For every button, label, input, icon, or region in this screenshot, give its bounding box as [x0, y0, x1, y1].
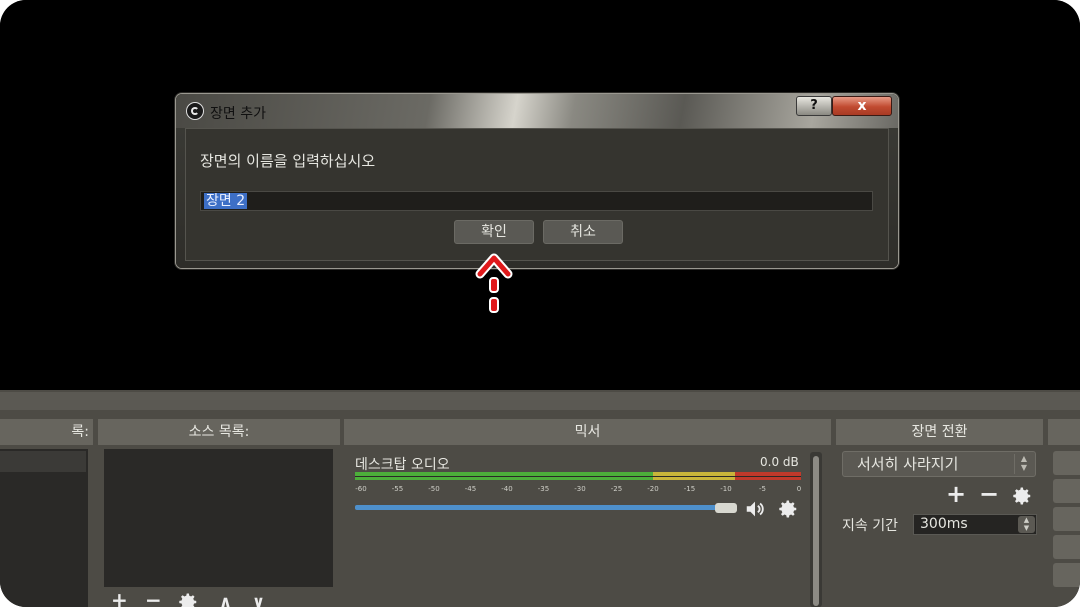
meter-tick-label: 0	[796, 485, 802, 493]
mixer-dock-header: 믹서	[344, 419, 831, 445]
control-button[interactable]	[1053, 507, 1080, 531]
mixer-channel-name: 데스크탑 오디오	[355, 457, 450, 473]
add-scene-dialog: 장면 추가 ? x 장면의 이름을 입력하십시오 장면 2 확인 취소	[176, 94, 898, 268]
scene-name-input[interactable]: 장면 2	[200, 191, 873, 211]
cancel-button[interactable]: 취소	[543, 220, 623, 244]
transition-properties-gear-icon[interactable]	[1011, 485, 1033, 507]
control-button[interactable]	[1053, 535, 1080, 559]
remove-source-button[interactable]: −	[145, 590, 162, 607]
scenes-dock-header: 록:	[0, 419, 93, 445]
duration-spin-icon[interactable]: ▲ ▼	[1018, 516, 1035, 533]
help-button[interactable]: ?	[796, 96, 832, 116]
meter-tick-label: -30	[574, 485, 586, 493]
add-transition-button[interactable]: +	[946, 482, 966, 506]
add-source-button[interactable]: +	[111, 590, 128, 607]
meter-tick-label: -50	[428, 485, 440, 493]
control-button[interactable]	[1053, 451, 1080, 475]
mixer-settings-gear-icon[interactable]	[777, 498, 799, 520]
control-button[interactable]	[1053, 479, 1080, 503]
obs-logo-icon	[186, 102, 204, 120]
transition-select-value: 서서히 사라지기	[857, 455, 959, 473]
dialog-title: 장면 추가	[210, 106, 266, 122]
meter-tick-label: -40	[501, 485, 513, 493]
dock-separator	[0, 392, 1080, 410]
select-arrows-icon: ▲ ▼	[1014, 454, 1033, 474]
meter-tick-label: -5	[759, 485, 766, 493]
meter-tick-label: -45	[464, 485, 477, 493]
meter-tick-label: -20	[647, 485, 659, 493]
meter-tick-label: -60	[355, 485, 367, 493]
move-source-up-button[interactable]: ∧	[219, 592, 232, 607]
meter-divider	[355, 476, 801, 477]
remove-transition-button[interactable]: −	[979, 482, 999, 506]
app-window: 장면 추가 ? x 장면의 이름을 입력하십시오 장면 2 확인 취소 록: 소…	[0, 0, 1080, 607]
duration-label: 지속 기간	[842, 518, 898, 534]
transitions-dock-header: 장면 전환	[836, 419, 1043, 445]
mixer-channel-level: 0.0 dB	[760, 455, 799, 469]
meter-tick-label: -35	[537, 485, 550, 493]
meter-tick-label: -55	[391, 485, 404, 493]
scene-list-item[interactable]	[0, 451, 86, 472]
meter-tick-label: -25	[610, 485, 623, 493]
close-button[interactable]: x	[832, 96, 892, 116]
mixer-scrollbar[interactable]	[810, 452, 822, 607]
dialog-titlebar[interactable]: 장면 추가 ? x	[176, 94, 898, 128]
controls-dock-header	[1048, 419, 1080, 445]
dialog-body: 장면의 이름을 입력하십시오 장면 2 확인 취소	[185, 128, 889, 261]
move-source-down-button[interactable]: ∨	[252, 592, 265, 607]
duration-input[interactable]: 300ms ▲ ▼	[913, 514, 1037, 535]
control-button[interactable]	[1053, 563, 1080, 587]
scene-name-selected-text: 장면 2	[204, 193, 248, 209]
speaker-icon[interactable]	[744, 498, 766, 520]
volume-slider-track[interactable]	[355, 505, 735, 510]
meter-tick-label: -15	[683, 485, 696, 493]
annotation-arrow-icon	[475, 253, 513, 313]
source-properties-gear-icon[interactable]	[177, 591, 199, 607]
volume-slider-handle[interactable]	[715, 503, 737, 513]
meter-tick-label: -10	[720, 485, 732, 493]
ok-button[interactable]: 확인	[454, 220, 534, 244]
duration-value: 300ms	[920, 516, 968, 532]
sources-list[interactable]	[104, 449, 333, 587]
transition-select[interactable]: 서서히 사라지기 ▲ ▼	[842, 451, 1036, 477]
scenes-list[interactable]	[0, 449, 88, 607]
sources-dock-header: 소스 목록:	[98, 419, 340, 445]
dialog-prompt: 장면의 이름을 입력하십시오	[200, 152, 376, 170]
